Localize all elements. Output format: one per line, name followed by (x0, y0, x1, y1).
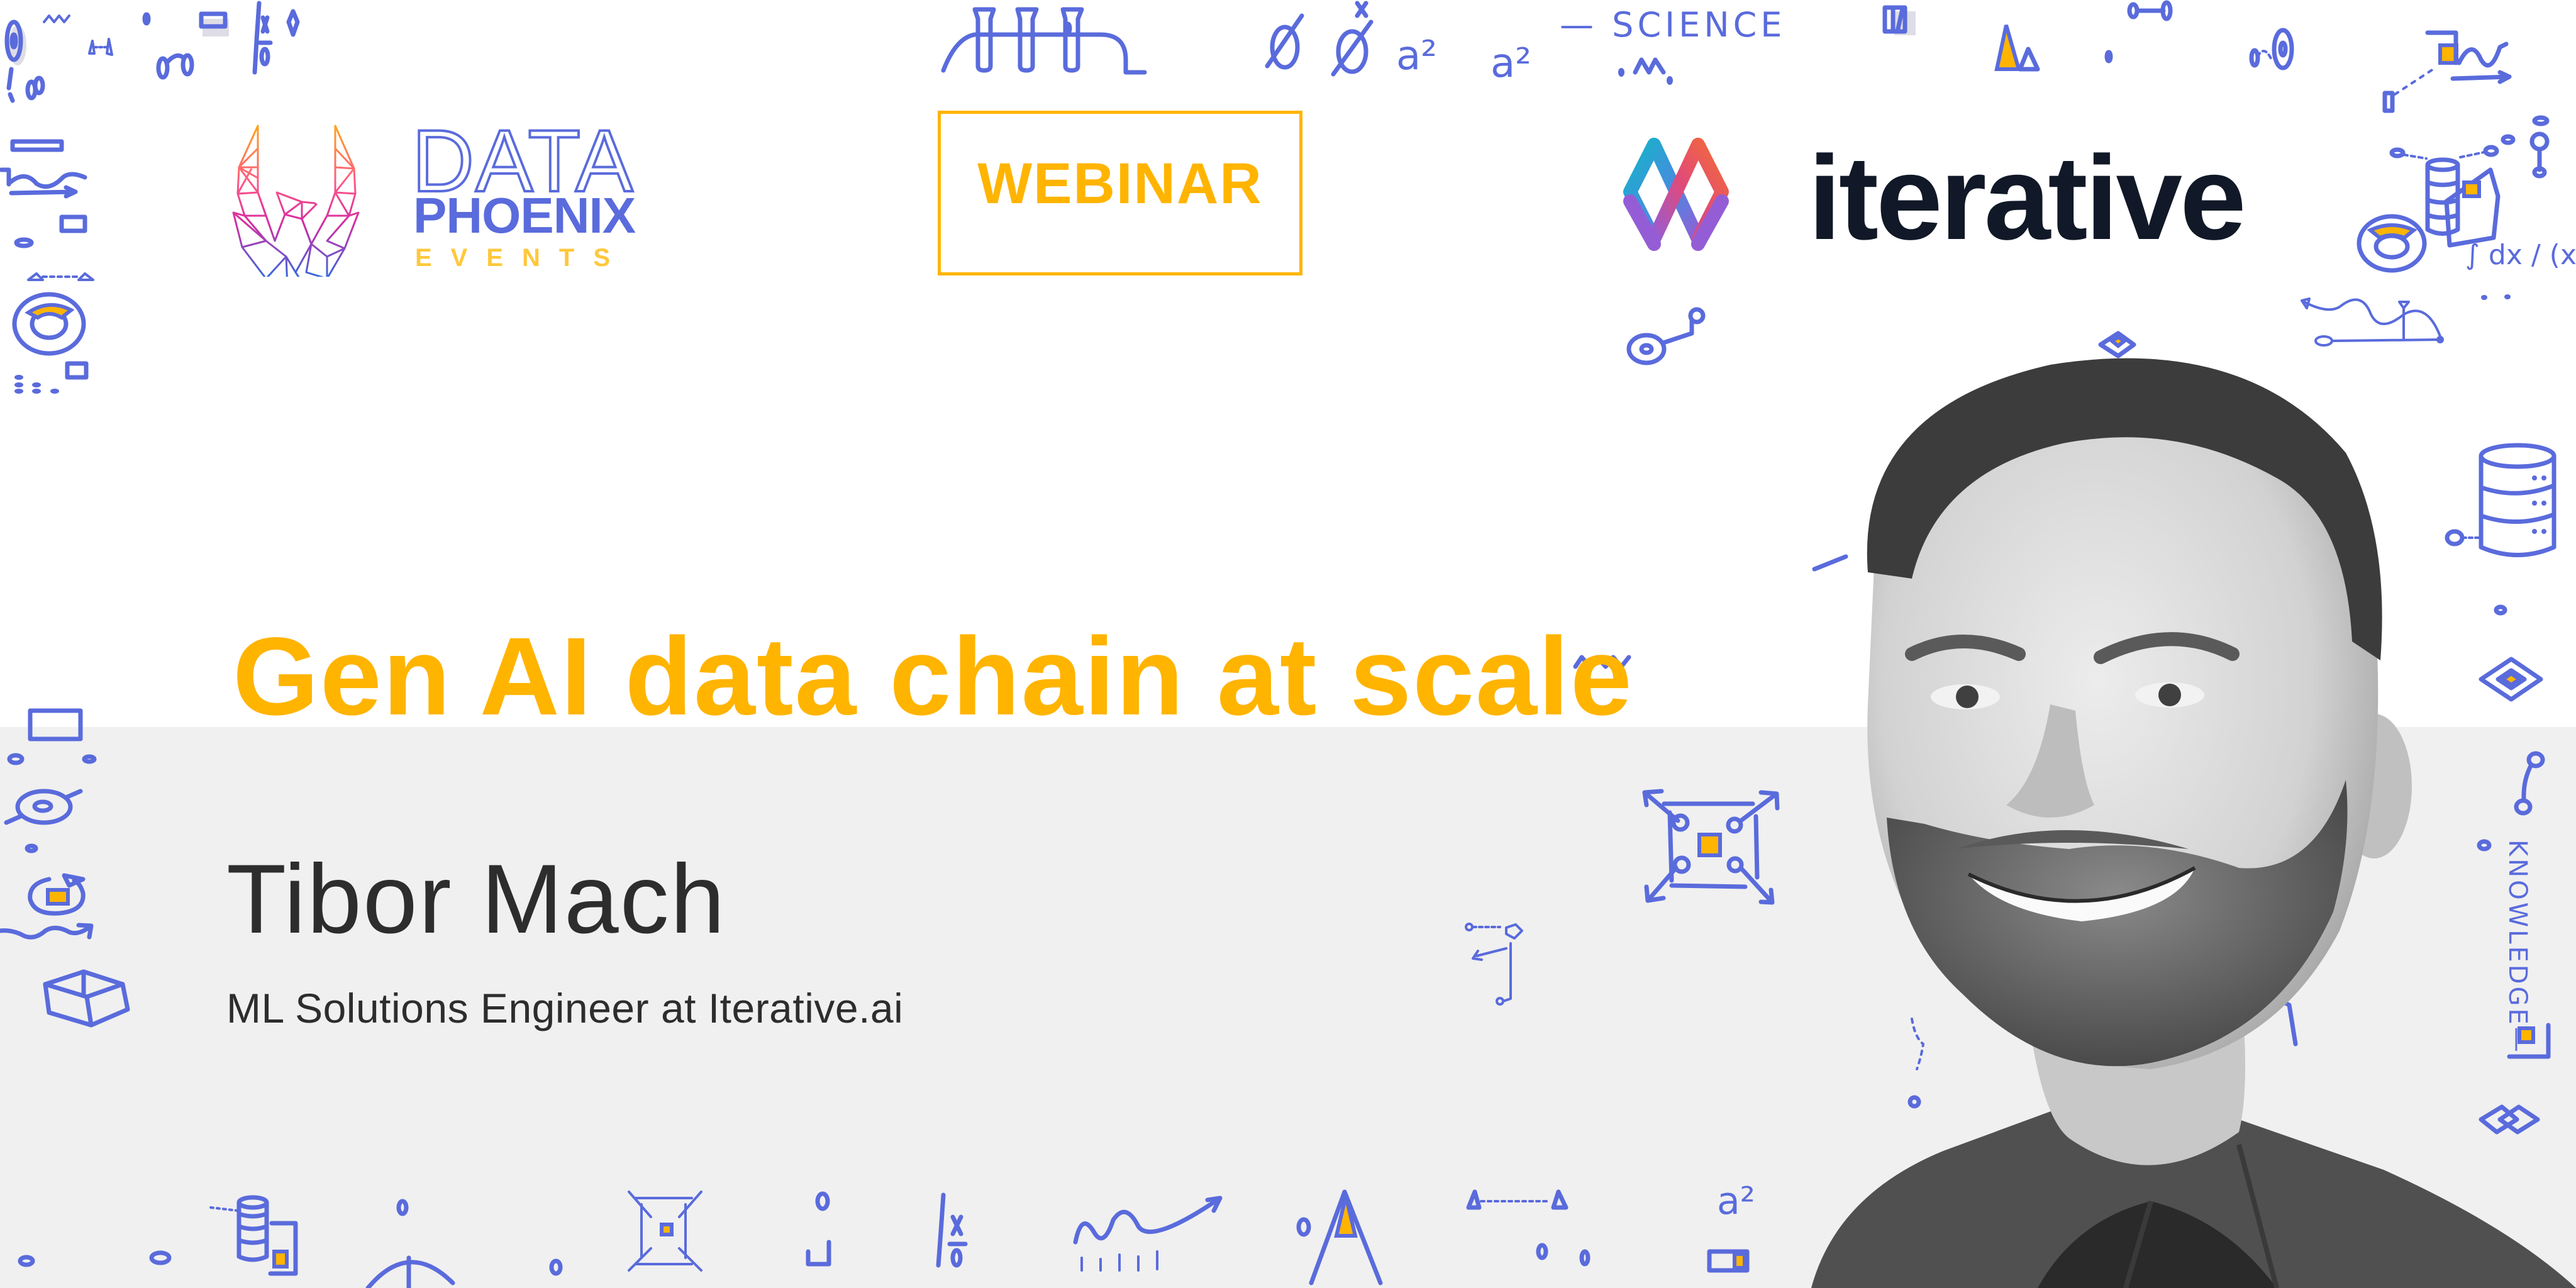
webinar-badge: WEBINAR (938, 111, 1302, 275)
speaker-role: ML Solutions Engineer at Iterative.ai (226, 985, 904, 1031)
speaker-photo (1811, 358, 2576, 1288)
iterative-knot-icon (1623, 138, 1729, 251)
logo-text-events: EVENTS (415, 244, 630, 272)
phoenix-polygon-icon (232, 125, 360, 277)
data-phoenix-logo[interactable]: DATA PHOENIX EVENTS (223, 112, 638, 277)
iterative-wordmark: iterative (1808, 131, 2246, 265)
logo-text-phoenix: PHOENIX (413, 187, 636, 243)
webinar-label: WEBINAR (977, 151, 1263, 216)
webinar-title: Gen AI data chain at scale (233, 614, 1633, 738)
iterative-logo[interactable]: iterative (1616, 132, 2296, 258)
speaker-name: Tibor Mach (226, 845, 726, 954)
